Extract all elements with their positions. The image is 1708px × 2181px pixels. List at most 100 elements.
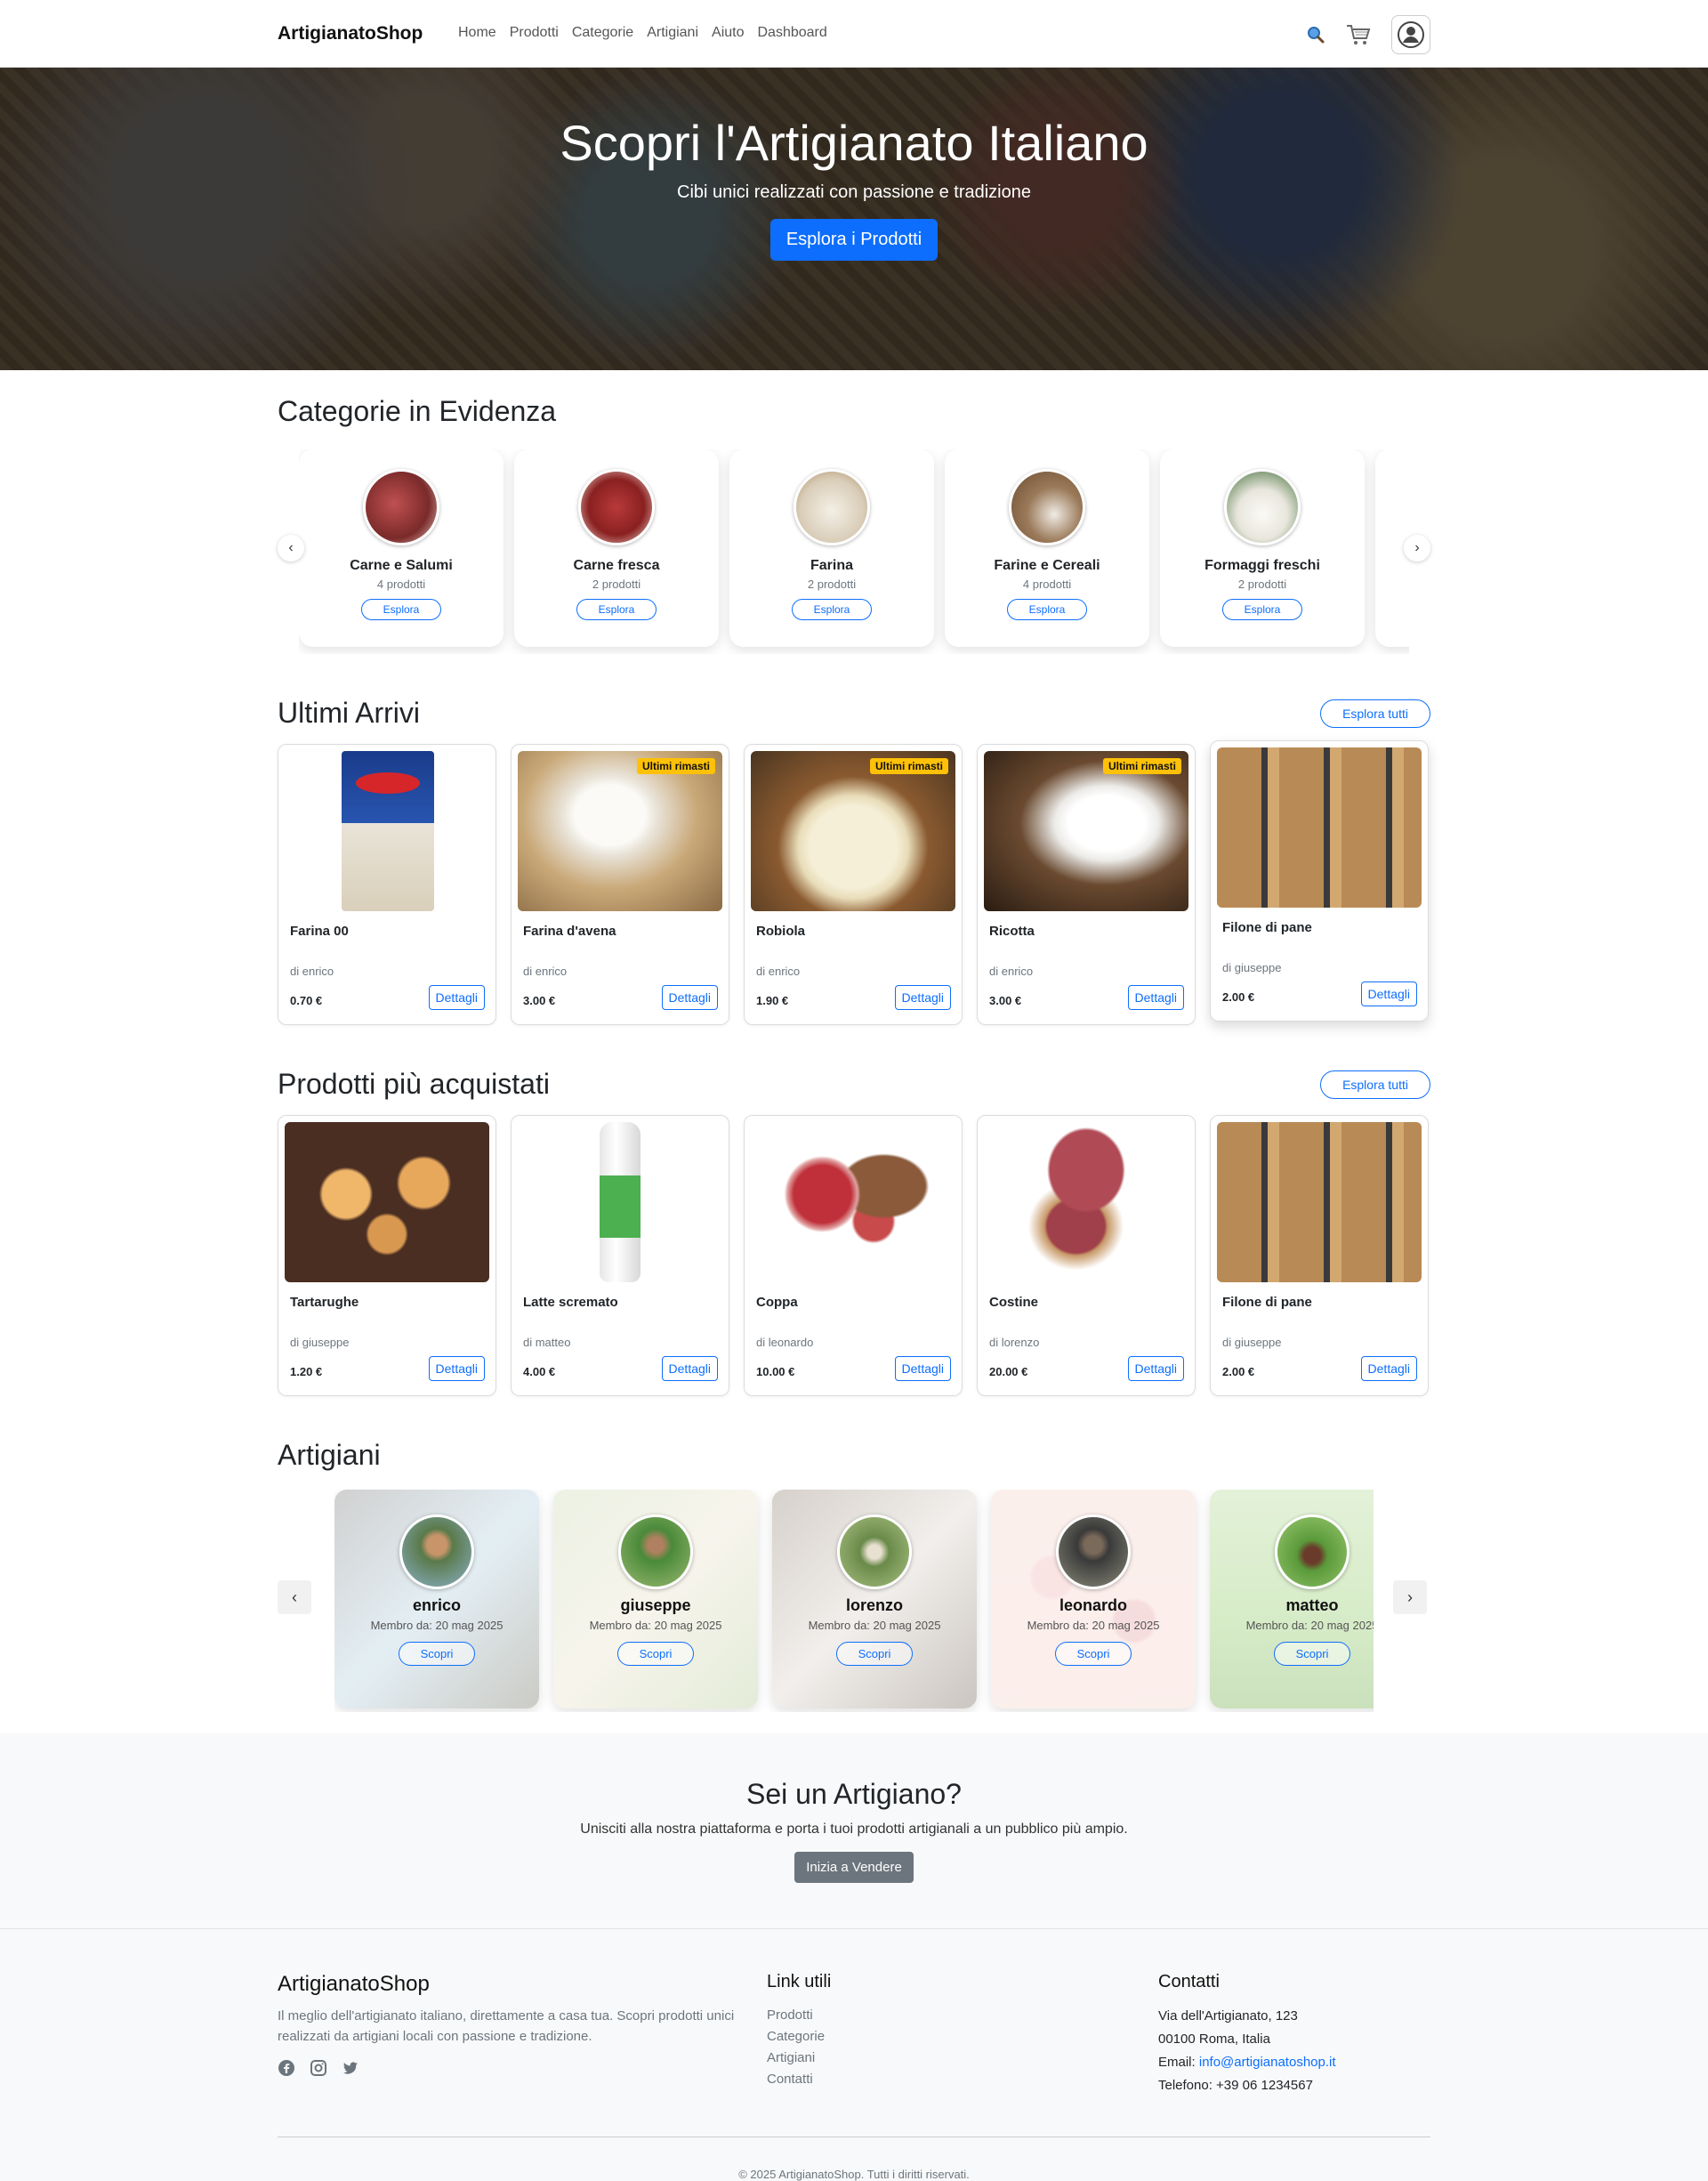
category-count: 2 prodotti (1237, 578, 1287, 591)
category-explore-button[interactable]: Esplora (576, 599, 657, 620)
artisans-title: Artigiani (278, 1439, 381, 1471)
artisan-card[interactable]: giuseppe Membro da: 20 mag 2025 Scopri (553, 1490, 758, 1708)
latest-explore-all-button[interactable]: Esplora tutti (1320, 699, 1430, 728)
product-price: 20.00 € (989, 1365, 1028, 1378)
product-details-button[interactable]: Dettagli (894, 1356, 951, 1381)
artisan-card[interactable]: enrico Membro da: 20 mag 2025 Scopri (334, 1490, 539, 1708)
artisan-avatar (1275, 1515, 1349, 1589)
product-card[interactable]: Farina 00 di enrico 0.70 € Dettagli (278, 744, 496, 1025)
product-card[interactable]: Costine di lorenzo 20.00 € Dettagli (977, 1115, 1196, 1396)
product-details-button[interactable]: Dettagli (894, 985, 951, 1010)
footer-copyright: © 2025 ArtigianatoShop. Tutti i diritti … (738, 2168, 970, 2181)
artisan-discover-button[interactable]: Scopri (835, 1642, 914, 1666)
artisan-avatar (399, 1515, 474, 1589)
category-card[interactable]: Carne e Salumi 4 prodotti Esplora (299, 449, 504, 647)
seller-cta-section: Sei un Artigiano? Unisciti alla nostra p… (0, 1733, 1708, 1929)
nav-aiuto[interactable]: Aiuto (712, 25, 744, 41)
artisan-discover-button[interactable]: Scopri (398, 1642, 476, 1666)
artisans-section: Artigiani enrico Membro da: 20 mag 2025 … (278, 1439, 1430, 1712)
category-card[interactable]: Carne fresca 2 prodotti Esplora (514, 449, 719, 647)
product-details-button[interactable]: Dettagli (1127, 985, 1184, 1010)
product-details-button[interactable]: Dettagli (661, 1356, 718, 1381)
product-price: 2.00 € (1222, 990, 1255, 1004)
popular-explore-all-button[interactable]: Esplora tutti (1320, 1070, 1430, 1099)
chevron-right-icon: › (1407, 1587, 1413, 1606)
category-count: 2 prodotti (592, 578, 641, 591)
category-explore-button[interactable]: Esplora (791, 599, 873, 620)
category-name: Carne fresca (573, 558, 660, 573)
product-details-button[interactable]: Dettagli (428, 1356, 485, 1381)
footer-link-contatti[interactable]: Contatti (767, 2069, 831, 2090)
artisan-discover-button[interactable]: Scopri (1273, 1642, 1351, 1666)
product-image: Ultimi rimasti (751, 751, 955, 911)
artisan-card[interactable]: matteo Membro da: 20 mag 2025 Scopri (1210, 1490, 1374, 1708)
nav-prodotti[interactable]: Prodotti (510, 25, 559, 41)
nav-home[interactable]: Home (458, 25, 496, 41)
latest-products-row: Farina 00 di enrico 0.70 € Dettagli Ulti… (278, 740, 1430, 1025)
category-card[interactable]: Farine e Cereali 4 prodotti Esplora (945, 449, 1149, 647)
categories-section: Categorie in Evidenza Carne e Salumi 4 p… (278, 395, 1430, 654)
twitter-icon[interactable] (342, 2059, 359, 2077)
facebook-icon[interactable] (278, 2059, 295, 2077)
artisan-member-since: Membro da: 20 mag 2025 (370, 1619, 504, 1632)
product-card[interactable]: Ultimi rimasti Ricotta di enrico 3.00 € … (977, 744, 1196, 1025)
cart-icon[interactable] (1345, 22, 1372, 47)
footer-link-categorie[interactable]: Categorie (767, 2026, 831, 2048)
product-card[interactable]: Filone di pane di giuseppe 2.00 € Dettag… (1210, 740, 1429, 1022)
product-details-button[interactable]: Dettagli (1360, 981, 1417, 1006)
category-explore-button[interactable]: Esplora (1006, 599, 1088, 620)
product-card[interactable]: Ultimi rimasti Farina d'avena di enrico … (511, 744, 729, 1025)
category-name: Carne e Salumi (350, 558, 453, 573)
chevron-right-icon: › (1414, 540, 1420, 555)
explore-products-button[interactable]: Esplora i Prodotti (769, 219, 939, 261)
footer-email-link[interactable]: info@artigianatoshop.it (1199, 2055, 1336, 2070)
artisans-prev-button[interactable]: ‹ (278, 1580, 311, 1614)
category-count: 2 prodotti (807, 578, 857, 591)
artisans-next-button[interactable]: › (1393, 1580, 1427, 1614)
categories-next-button[interactable]: › (1404, 535, 1430, 561)
product-details-button[interactable]: Dettagli (1127, 1356, 1184, 1381)
user-account-button[interactable] (1391, 15, 1430, 54)
product-details-button[interactable]: Dettagli (428, 985, 485, 1010)
product-card[interactable]: Latte scremato di matteo 4.00 € Dettagli (511, 1115, 729, 1396)
footer-description: Il meglio dell'artigianato italiano, dir… (278, 2008, 735, 2044)
categories-prev-button[interactable]: ‹ (278, 535, 304, 561)
instagram-icon[interactable] (310, 2059, 327, 2077)
brand-logo[interactable]: ArtigianatoShop (278, 23, 423, 44)
start-selling-button[interactable]: Inizia a Vendere (794, 1852, 914, 1883)
product-details-button[interactable]: Dettagli (1360, 1356, 1417, 1381)
artisan-name: matteo (1285, 1596, 1339, 1614)
product-image (285, 751, 489, 911)
nav-categorie[interactable]: Categorie (572, 25, 633, 41)
nav-icons (1306, 15, 1430, 54)
product-card[interactable]: Filone di pane di giuseppe 2.00 € Dettag… (1210, 1115, 1429, 1396)
artisan-discover-button[interactable]: Scopri (616, 1642, 695, 1666)
product-artisan: di giuseppe (1222, 1336, 1282, 1349)
category-card[interactable]: Formaggi freschi 2 prodotti Esplora (1160, 449, 1365, 647)
low-stock-badge: Ultimi rimasti (636, 758, 715, 774)
category-explore-button[interactable]: Esplora (360, 599, 442, 620)
search-icon[interactable] (1306, 25, 1325, 44)
product-card[interactable]: Coppa di leonardo 10.00 € Dettagli (744, 1115, 963, 1396)
category-name: Farine e Cereali (994, 558, 1100, 573)
category-name: Formaggi freschi (1204, 558, 1320, 573)
footer-link-artigiani[interactable]: Artigiani (767, 2048, 831, 2069)
category-explore-button[interactable]: Esplora (1221, 599, 1303, 620)
footer-link-prodotti[interactable]: Prodotti (767, 2005, 831, 2026)
artisan-card[interactable]: lorenzo Membro da: 20 mag 2025 Scopri (772, 1490, 977, 1708)
artisan-avatar (837, 1515, 912, 1589)
footer: ArtigianatoShop Il meglio dell'artigiana… (0, 1929, 1708, 2181)
footer-contacts: Contatti Via dell'Artigianato, 123 00100… (1158, 1972, 1336, 2097)
nav-artigiani[interactable]: Artigiani (647, 25, 698, 41)
product-details-button[interactable]: Dettagli (661, 985, 718, 1010)
product-card[interactable]: Ultimi rimasti Robiola di enrico 1.90 € … (744, 744, 963, 1025)
artisan-discover-button[interactable]: Scopri (1054, 1642, 1132, 1666)
product-card[interactable]: Tartarughe di giuseppe 1.20 € Dettagli (278, 1115, 496, 1396)
nav-dashboard[interactable]: Dashboard (757, 25, 826, 41)
product-price: 0.70 € (290, 994, 323, 1007)
artisan-card[interactable]: leonardo Membro da: 20 mag 2025 Scopri (991, 1490, 1196, 1708)
artisan-avatar (1056, 1515, 1131, 1589)
footer-social (278, 2059, 749, 2077)
category-card[interactable]: Farina 2 prodotti Esplora (729, 449, 934, 647)
product-name: Coppa (756, 1295, 798, 1310)
